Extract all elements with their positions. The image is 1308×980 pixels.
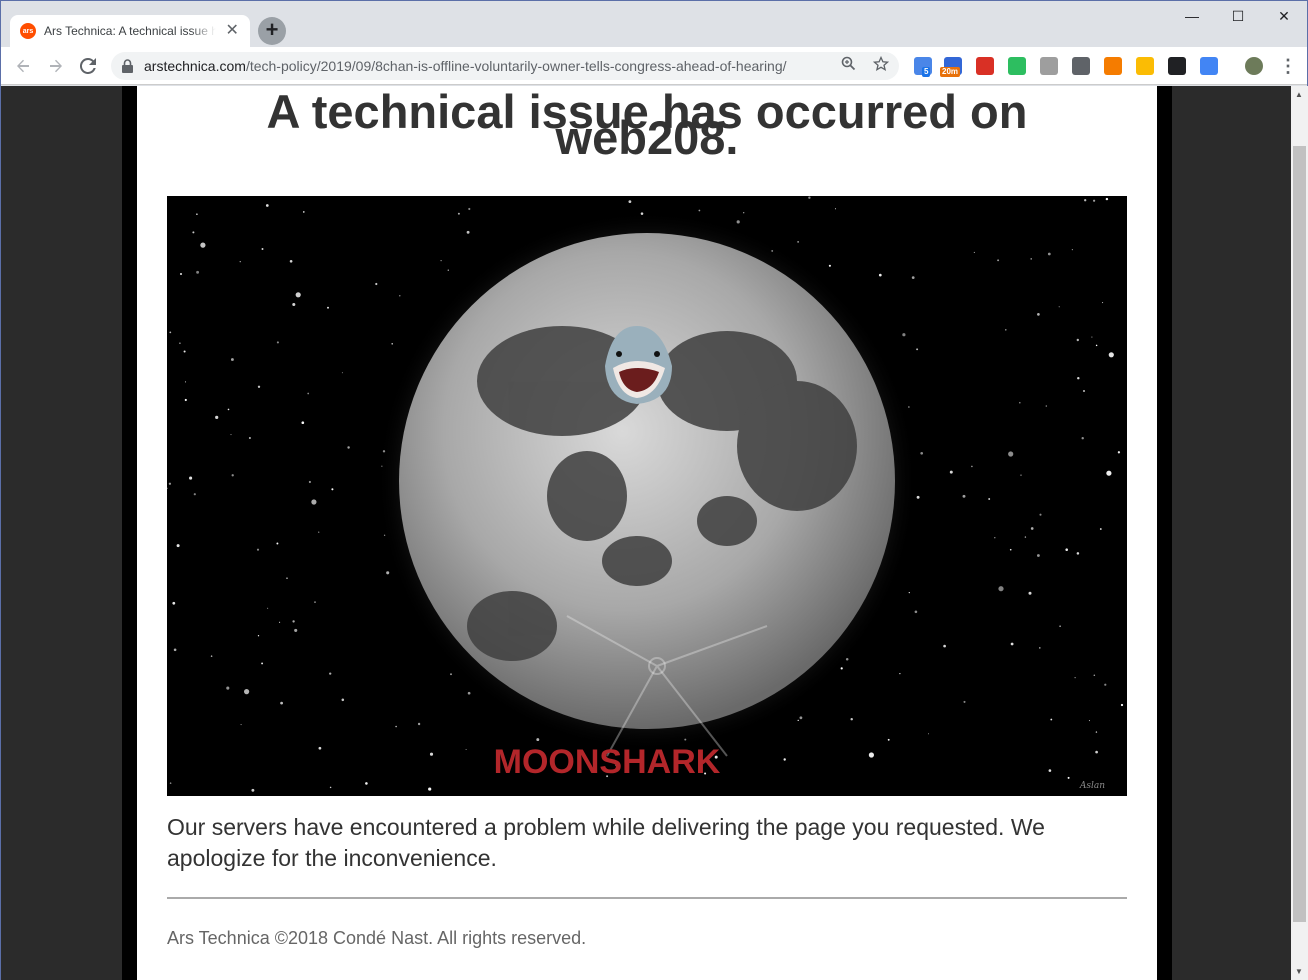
address-bar[interactable]: arstechnica.com/tech-policy/2019/09/8cha… xyxy=(111,52,899,80)
bookmark-star-icon[interactable] xyxy=(871,55,891,76)
rss-icon[interactable] xyxy=(1104,57,1122,75)
error-page: A technical issue has occurred on web208… xyxy=(137,86,1157,980)
browser-tab[interactable]: ars Ars Technica: A technical issue has … xyxy=(10,15,250,47)
keepa-icon[interactable] xyxy=(1168,57,1186,75)
browser-menu-icon[interactable]: ⋮ xyxy=(1279,55,1297,77)
moonshark-illustration: MOONSHARK Aslan xyxy=(167,196,1127,796)
maximize-button[interactable]: ☐ xyxy=(1215,1,1261,31)
new-tab-button[interactable]: + xyxy=(258,17,286,45)
profile-avatar[interactable] xyxy=(1245,57,1263,75)
tab-strip: ars Ars Technica: A technical issue has … xyxy=(1,1,1307,47)
extension-icon-5[interactable] xyxy=(1040,57,1058,75)
google-drive-icon[interactable] xyxy=(1136,57,1154,75)
page-viewport: A technical issue has occurred on web208… xyxy=(1,86,1291,980)
extension-icon-6[interactable] xyxy=(1072,57,1090,75)
minimize-button[interactable]: — xyxy=(1169,1,1215,31)
moonshark-image: MOONSHARK Aslan xyxy=(167,196,1127,796)
url-path: /tech-policy/2019/09/8chan-is-offline-vo… xyxy=(245,58,787,74)
image-caption: MOONSHARK xyxy=(494,743,721,781)
lock-icon xyxy=(122,59,133,73)
evernote-icon[interactable] xyxy=(1008,57,1026,75)
scroll-up-icon[interactable]: ▲ xyxy=(1295,90,1303,99)
error-message: Our servers have encountered a problem w… xyxy=(167,814,1045,871)
divider xyxy=(167,897,1127,899)
browser-toolbar: arstechnica.com/tech-policy/2019/09/8cha… xyxy=(1,47,1307,85)
ars-favicon-icon: ars xyxy=(20,23,36,39)
extension-icon-1[interactable]: 5 xyxy=(914,57,932,77)
close-window-button[interactable]: ✕ xyxy=(1261,1,1307,31)
extension-badge: 5 xyxy=(922,67,931,77)
footer-copyright: Ars Technica ©2018 Condé Nast. All right… xyxy=(167,928,587,948)
google-translate-icon[interactable] xyxy=(1200,57,1218,75)
window-controls: — ☐ ✕ xyxy=(1169,1,1307,31)
tab-close-icon[interactable]: ✕ xyxy=(224,23,240,39)
scroll-down-icon[interactable]: ▼ xyxy=(1295,967,1303,976)
zoom-icon[interactable] xyxy=(838,56,858,76)
extension-icon-3[interactable] xyxy=(976,57,994,75)
page-title: A technical issue has occurred on web208… xyxy=(137,88,1157,161)
vertical-scrollbar[interactable]: ▲ ▼ xyxy=(1291,86,1308,980)
url-host: arstechnica.com xyxy=(144,58,246,74)
scrollbar-thumb[interactable] xyxy=(1293,146,1306,922)
back-icon[interactable] xyxy=(10,53,36,79)
extension-badge: 20m xyxy=(940,67,961,77)
tab-title: Ars Technica: A technical issue has occu… xyxy=(44,24,217,38)
url-text[interactable]: arstechnica.com/tech-policy/2019/09/8cha… xyxy=(144,58,787,74)
forward-icon[interactable] xyxy=(43,53,69,79)
browser-window: ars Ars Technica: A technical issue has … xyxy=(0,0,1308,980)
extension-icon-2[interactable]: 20m xyxy=(940,57,962,77)
artist-signature: Aslan xyxy=(1079,781,1105,791)
reload-icon[interactable] xyxy=(75,53,101,79)
